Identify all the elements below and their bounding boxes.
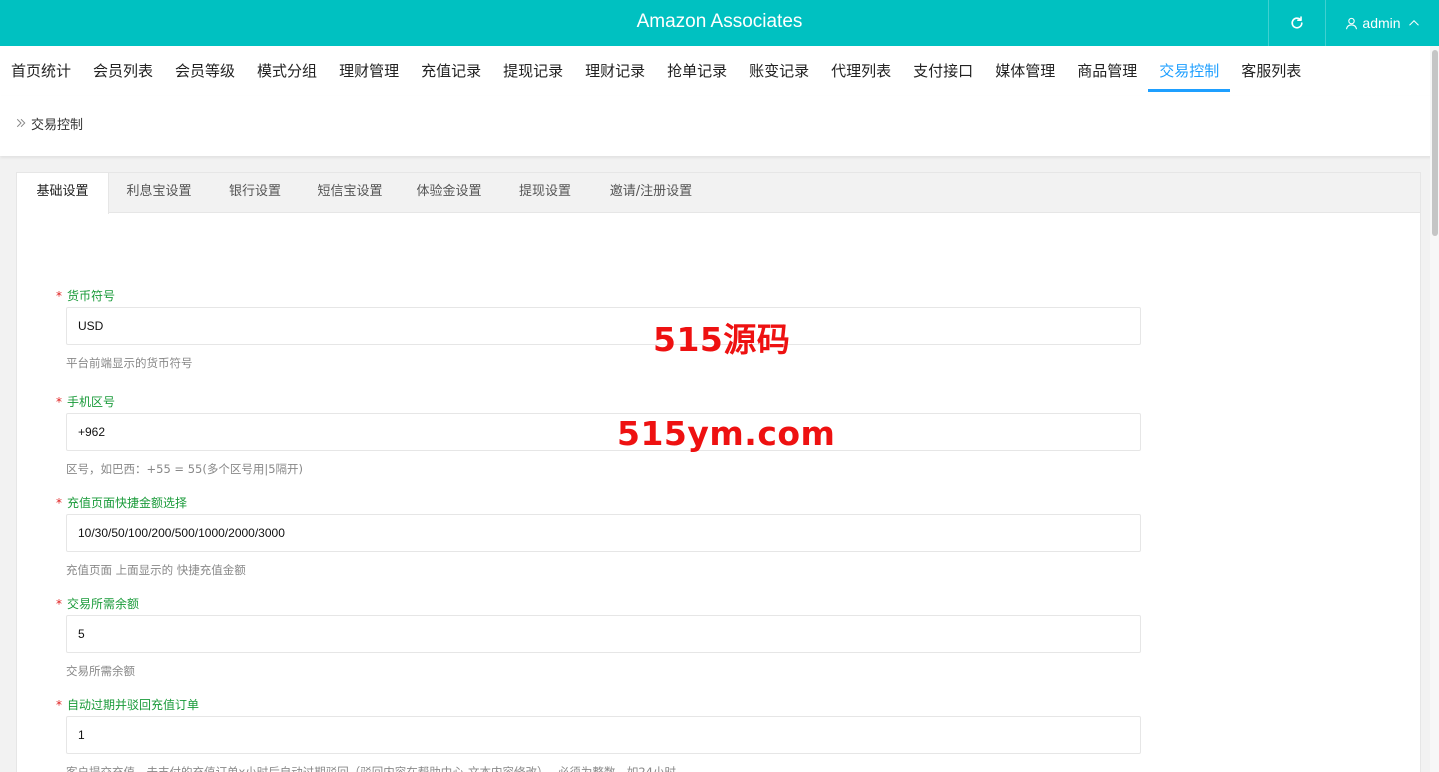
nav-item-14[interactable]: 交易控制 — [1148, 46, 1231, 92]
chevron-up-icon — [1408, 17, 1420, 29]
header-actions: admin — [1268, 0, 1439, 46]
main-nav: 首页统计 会员列表 会员等级 模式分组 理财管理 充值记录 提现记录 理财记录 抢单记录 账变记录… — [0, 46, 1439, 96]
page-scrollbar[interactable] — [1430, 46, 1439, 772]
field-label-text: 充值页面快捷金额选择 — [67, 496, 188, 510]
nav-item-6[interactable]: 提现记录 — [492, 46, 574, 92]
top-header: Amazon Associates admin — [0, 0, 1439, 46]
nav-item-3[interactable]: 模式分组 — [246, 46, 328, 92]
field-label-text: 自动过期并驳回充值订单 — [67, 698, 200, 712]
required-marker: * — [56, 496, 62, 510]
field-label-text: 交易所需余额 — [67, 597, 140, 611]
field-help-text: 客户提交充值，未支付的充值订单x小时后自动过期驳回（驳回内容在帮助中心-文本内容… — [66, 765, 676, 772]
nav-item-2[interactable]: 会员等级 — [164, 46, 246, 92]
field-input[interactable] — [66, 307, 1141, 345]
breadcrumb: 交易控制 — [15, 96, 83, 156]
user-menu-button[interactable]: admin — [1325, 0, 1439, 46]
settings-card: 基础设置 利息宝设置 银行设置 短信宝设置 体验金设置 提现设置 邀请/注册设置 * 货币符号… — [16, 172, 1421, 772]
field-input[interactable] — [66, 716, 1141, 754]
nav-item-5[interactable]: 充值记录 — [410, 46, 492, 92]
nav-item-11[interactable]: 支付接口 — [902, 46, 984, 92]
required-marker: * — [56, 597, 62, 611]
field-help-text: 充值页面 上面显示的 快捷充值金额 — [66, 563, 246, 577]
tab-6[interactable]: 邀请/注册设置 — [591, 173, 711, 213]
field-help-text: 平台前端显示的货币符号 — [66, 356, 193, 370]
user-icon — [1345, 17, 1358, 30]
tab-1[interactable]: 利息宝设置 — [109, 173, 209, 213]
nav-item-9[interactable]: 账变记录 — [738, 46, 820, 92]
nav-item-10[interactable]: 代理列表 — [820, 46, 902, 92]
field-input[interactable] — [66, 615, 1141, 653]
nav-item-15[interactable]: 客服列表 — [1230, 46, 1312, 92]
nav-item-4[interactable]: 理财管理 — [328, 46, 410, 92]
nav-item-1[interactable]: 会员列表 — [82, 46, 164, 92]
app-title: Amazon Associates — [636, 11, 803, 32]
refresh-icon — [1290, 16, 1304, 30]
field-label-text: 手机区号 — [67, 395, 116, 409]
tab-0[interactable]: 基础设置 — [17, 173, 109, 214]
scrollbar-thumb[interactable] — [1432, 50, 1438, 236]
nav-item-12[interactable]: 媒体管理 — [984, 46, 1066, 92]
refresh-button[interactable] — [1268, 0, 1325, 46]
field-label: * 交易所需余额 — [56, 595, 139, 612]
nav-item-0[interactable]: 首页统计 — [0, 46, 82, 92]
field-help-text: 区号，如巴西：+55 = 55(多个区号用|5隔开) — [66, 462, 304, 476]
nav-item-8[interactable]: 抢单记录 — [656, 46, 738, 92]
field-label: * 充值页面快捷金额选择 — [56, 494, 187, 511]
field-input[interactable] — [66, 413, 1141, 451]
field-input[interactable] — [66, 514, 1141, 552]
watermark-text: 515源码 — [653, 320, 791, 359]
field-label: * 手机区号 — [56, 393, 115, 410]
tab-4[interactable]: 体验金设置 — [399, 173, 499, 213]
required-marker: * — [56, 698, 62, 712]
double-chevron-right-icon — [15, 92, 31, 160]
tab-2[interactable]: 银行设置 — [209, 173, 301, 213]
field-label-text: 货币符号 — [67, 289, 116, 303]
required-marker: * — [56, 289, 62, 303]
tab-3[interactable]: 短信宝设置 — [301, 173, 399, 213]
field-label: * 自动过期并驳回充值订单 — [56, 696, 199, 713]
user-name: admin — [1362, 15, 1401, 31]
nav-item-13[interactable]: 商品管理 — [1066, 46, 1148, 92]
settings-tabs: 基础设置 利息宝设置 银行设置 短信宝设置 体验金设置 提现设置 邀请/注册设置 — [17, 173, 1420, 214]
required-marker: * — [56, 395, 62, 409]
field-label: * 货币符号 — [56, 287, 115, 304]
watermark-url: 515ym.com — [617, 414, 836, 453]
breadcrumb-current[interactable]: 交易控制 — [31, 92, 83, 160]
nav-item-7[interactable]: 理财记录 — [574, 46, 656, 92]
breadcrumb-bar: 交易控制 — [0, 96, 1439, 156]
field-help-text: 交易所需余额 — [66, 664, 135, 678]
tab-5[interactable]: 提现设置 — [499, 173, 591, 213]
